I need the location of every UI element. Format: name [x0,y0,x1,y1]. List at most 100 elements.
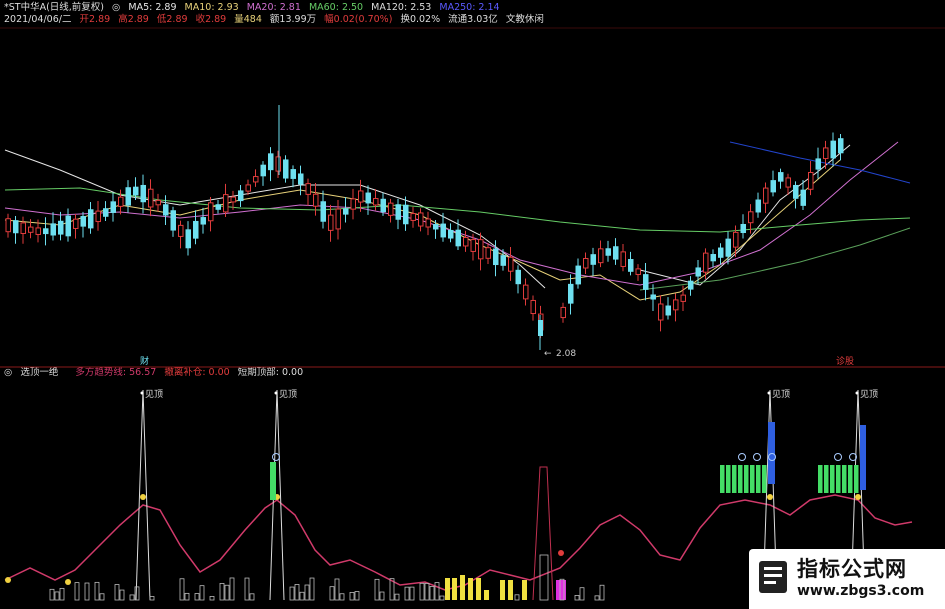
candle-body [65,215,71,237]
candle-body [680,294,686,302]
volume-bar [579,587,585,601]
watermark-badge: 指标公式网 www.zbgs3.com [749,549,945,609]
candle-body [185,229,191,249]
candle-body [328,214,334,231]
top-marker-dot [140,391,144,395]
candle-body [290,169,296,179]
volume-bar [539,554,549,601]
candle-body [755,199,761,213]
candle-body [560,306,566,319]
volume-bar [129,594,135,601]
candle-body [748,211,754,224]
candle-body [58,220,64,235]
low-price-label: 2.08 [556,349,576,359]
signal-bar [768,422,775,484]
red-spike [532,466,554,601]
green-bar [842,465,847,493]
top-label: 见顶 [145,389,163,400]
yellow-bar [522,580,527,600]
candle-body [605,248,611,256]
candle-body [208,202,214,222]
candle-body [725,238,731,257]
candle-body [223,194,229,213]
volume-bar [209,596,215,601]
candle-body [740,223,746,234]
ma-line-magenta [4,141,899,286]
diagnose-tag[interactable]: 诊股 [836,355,854,367]
candle-body [20,222,26,234]
candle-body [125,187,131,206]
candle-body [50,223,56,236]
top-label: 见顶 [860,389,878,400]
candle-body [13,220,19,234]
green-bar [830,465,835,493]
green-bar [720,465,725,493]
candle-body [5,218,11,233]
candle-body [358,190,364,203]
signal-ring [272,453,280,461]
candle-body [118,196,124,207]
signal-ring [753,453,761,461]
volume-bar [299,591,305,601]
volume-bar [379,591,385,601]
candle-body [718,247,724,258]
volume-bar [54,591,60,601]
volume-bar [439,595,445,601]
candle-body [275,156,281,172]
candle-body [463,237,469,247]
chart-canvas[interactable]: 见顶 见顶 见顶 见顶 2.08 ← 财 诊股 [0,0,945,609]
candle-body [830,140,836,159]
yellow-bar [445,578,450,600]
top-label: 见顶 [279,389,297,400]
candle-body [230,196,236,203]
candle-body [823,147,829,160]
yellow-bar [500,580,505,600]
candle-body [433,224,439,230]
finance-tag[interactable]: 财 [140,355,149,367]
candle-body [838,138,844,154]
green-bar [848,465,853,493]
volume-bar [594,595,600,601]
candle-body [380,198,386,213]
yellow-bar [484,590,489,600]
yellow-bar [476,578,481,600]
candle-body [155,199,161,206]
candle-body [35,227,41,235]
signal-dot [65,579,71,585]
volume-bar [574,595,580,601]
candle-body [305,183,311,195]
candle-body [283,159,289,179]
yellow-bar [468,578,473,600]
volume-bar [304,584,310,601]
candle-body [373,198,379,206]
candle-body [478,239,484,260]
volume-bar [429,586,435,601]
candle-body [568,283,574,304]
volume-bar [99,593,105,601]
logo-icon [759,561,787,593]
candle-body [793,184,799,199]
green-bar [854,465,859,493]
candle-body [613,246,619,260]
signal-bar [860,425,866,490]
candle-body [148,188,154,208]
candle-body [650,294,656,300]
volume-bar [114,584,120,601]
candle-body [523,284,529,300]
volume-bar [59,587,65,601]
candle-body [800,189,806,206]
volume-bar [394,593,400,601]
candle-body [320,201,326,222]
green-bar [818,465,823,493]
candle-body [778,172,784,182]
low-price-arrow: ← [544,349,552,359]
yellow-bar [452,578,457,600]
volume-bar [244,577,250,601]
top-signal-dot [140,494,146,500]
volume-bar [84,582,90,601]
volume-bar [179,578,185,601]
top-signal-dot [855,494,861,500]
candle-body [583,257,589,269]
volume-bar [339,593,345,601]
green-bar [824,465,829,493]
